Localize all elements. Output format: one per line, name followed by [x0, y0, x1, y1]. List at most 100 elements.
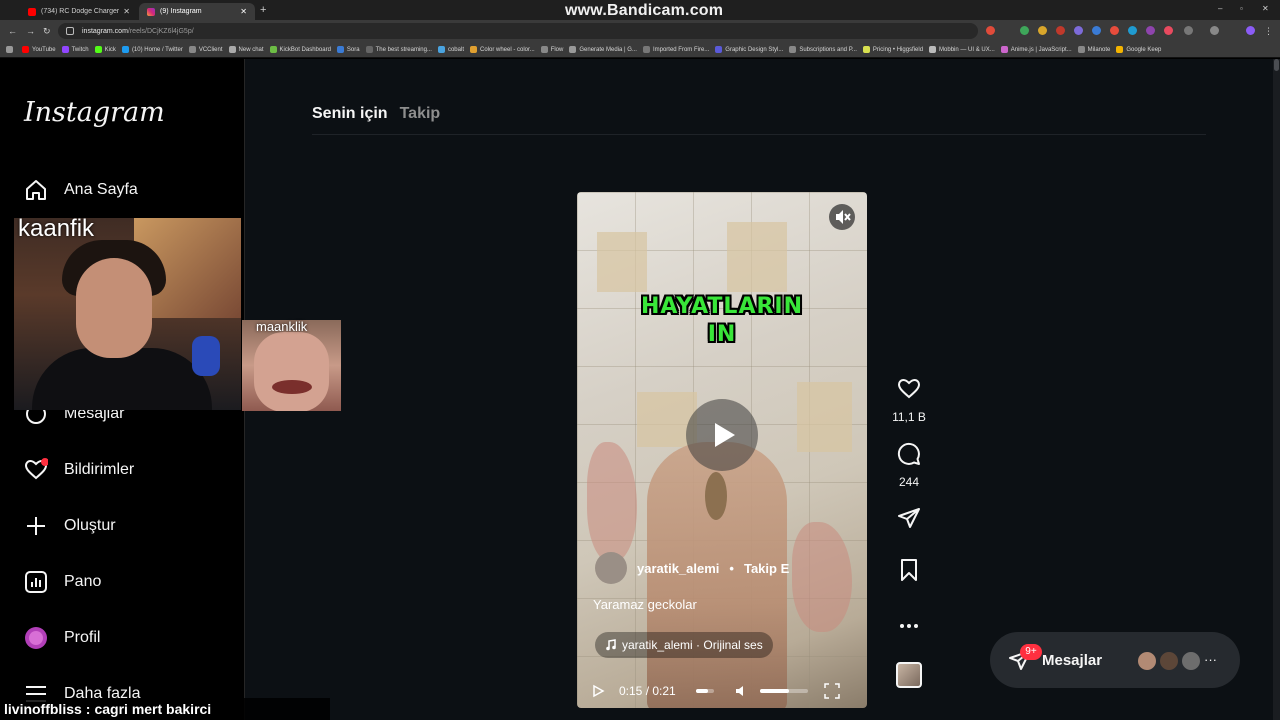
progress-bar[interactable] [695, 689, 714, 693]
extension-icon[interactable] [1074, 26, 1083, 35]
bookmark-item[interactable]: Flow [540, 46, 563, 53]
bookmark-item[interactable]: VCClient [188, 46, 223, 53]
like-action[interactable]: 11,1 B [882, 377, 936, 424]
apps-grid-icon[interactable] [6, 46, 16, 53]
bookmark-favicon-icon [1116, 46, 1124, 53]
comment-action[interactable]: 244 [882, 442, 936, 489]
screen: (734) RC Dodge Charger vs Re ✕ (9) Insta… [0, 0, 1280, 720]
reel-overlay-caption: HAYATLARIN [640, 294, 804, 319]
extension-icon[interactable] [1092, 26, 1101, 35]
bookmark-label: (10) Home / Twitter [131, 46, 183, 53]
reload-icon[interactable]: ↻ [43, 26, 51, 37]
tab-for-you[interactable]: Senin için [312, 105, 388, 123]
follow-button[interactable]: Takip E [744, 561, 789, 576]
bookmark-item[interactable]: YouTube [22, 46, 56, 53]
bookmark-item[interactable]: Subscriptions and P... [789, 46, 857, 53]
browser-menu-icon[interactable]: ⋮ [1264, 26, 1273, 37]
reel-video[interactable]: HAYATLARIN IN yaratik_alemi • Takip E Ya… [577, 192, 867, 708]
extension-icon[interactable] [1020, 26, 1029, 35]
browser-tab-youtube[interactable]: (734) RC Dodge Charger vs Re ✕ [20, 3, 138, 20]
bookmark-item[interactable]: Graphic Design Styl... [715, 46, 783, 53]
volume-slider[interactable] [759, 689, 808, 693]
webcam-person [76, 258, 152, 358]
bookmark-item[interactable]: Mobbin — UI & UX... [929, 46, 995, 53]
sidebar-item-label: Pano [64, 573, 102, 590]
forward-icon[interactable]: → [26, 26, 35, 36]
bookmark-favicon-icon [121, 46, 129, 53]
maximize-button[interactable]: ▫ [1240, 4, 1243, 13]
scrollbar[interactable] [1273, 59, 1280, 720]
minimize-button[interactable]: – [1218, 4, 1222, 13]
recorder-watermark: www.Bandicam.com [565, 2, 724, 19]
sidebar-item-dashboard[interactable]: Pano [24, 567, 101, 597]
bookmark-favicon-icon [789, 46, 797, 53]
bookmark-item[interactable]: Milanote [1077, 46, 1110, 53]
extension-icon[interactable] [1128, 26, 1137, 35]
time-display: 0:15 / 0:21 [619, 684, 676, 698]
play-small-icon[interactable] [591, 684, 605, 698]
plus-icon [24, 514, 48, 538]
bookmark-item[interactable]: (10) Home / Twitter [121, 46, 183, 53]
sidebar-item-profile[interactable]: Profil [24, 623, 100, 653]
sidebar-item-create[interactable]: Oluştur [24, 511, 116, 541]
profile-avatar-icon[interactable] [1246, 26, 1255, 35]
save-action[interactable] [882, 558, 936, 587]
audio-label: yaratik_alemi · Orijinal ses [622, 638, 763, 652]
author-username[interactable]: yaratik_alemi [637, 561, 719, 576]
audio-link[interactable]: yaratik_alemi · Orijinal ses [595, 632, 773, 658]
bookmark-item[interactable]: Pricing • Higgsfield [862, 46, 923, 53]
share-icon [898, 508, 920, 528]
reel-description[interactable]: Yaramaz geckolar [593, 597, 697, 612]
new-tab-button[interactable]: + [260, 4, 266, 16]
browser-tab-instagram[interactable]: (9) Instagram ✕ [139, 3, 255, 20]
speaker-muted-icon [836, 210, 851, 224]
back-icon[interactable]: ← [8, 26, 17, 36]
extension-icon[interactable] [1164, 26, 1173, 35]
sidebar-item-home[interactable]: Ana Sayfa [24, 175, 138, 205]
extension-icon[interactable] [1110, 26, 1119, 35]
tab-following[interactable]: Takip [400, 105, 441, 123]
bookmark-item[interactable]: KickBot Dashboard [269, 46, 331, 53]
audio-thumbnail[interactable] [896, 662, 922, 688]
bookmark-label: Mobbin — UI & UX... [939, 46, 995, 53]
scrollbar-thumb[interactable] [1274, 59, 1279, 71]
bookmark-item[interactable]: Generate Media | G... [569, 46, 637, 53]
fullscreen-icon[interactable] [823, 683, 840, 699]
volume-icon[interactable] [734, 684, 748, 698]
avatar [1136, 650, 1158, 672]
bookmark-item[interactable]: Color wheel - color... [469, 46, 535, 53]
bookmark-item[interactable]: Twitch [61, 46, 89, 53]
extension-icon[interactable] [1038, 26, 1047, 35]
more-horizontal-icon [900, 624, 918, 628]
extension-icon[interactable] [986, 26, 995, 35]
play-button[interactable] [686, 399, 758, 471]
video-detail [597, 232, 647, 292]
bookmark-icon [901, 559, 917, 581]
instagram-logo[interactable]: Instagram [24, 97, 165, 128]
avatar[interactable] [595, 552, 627, 584]
site-info-icon[interactable] [66, 27, 74, 35]
bookmark-item[interactable]: Anime.js | JavaScript... [1000, 46, 1072, 53]
bookmark-item[interactable]: Kick [94, 46, 116, 53]
close-tab-icon[interactable]: ✕ [240, 7, 247, 16]
bookmark-item[interactable]: cobalt [437, 46, 464, 53]
bookmark-label: YouTube [32, 46, 56, 53]
sidebar-item-notifications[interactable]: Bildirimler [24, 455, 134, 485]
reel-overlay-caption: IN [707, 322, 737, 347]
extension-icon[interactable] [1146, 26, 1155, 35]
close-tab-icon[interactable]: ✕ [123, 7, 130, 16]
extensions-puzzle-icon[interactable] [1184, 26, 1193, 35]
close-window-button[interactable]: ✕ [1262, 4, 1269, 13]
mute-button[interactable] [829, 204, 855, 230]
messages-pill[interactable]: Mesajlar [990, 632, 1240, 688]
extension-icon[interactable] [1056, 26, 1065, 35]
bookmark-item[interactable]: Sora [336, 46, 360, 53]
share-action[interactable] [882, 506, 936, 535]
more-options-action[interactable] [882, 617, 936, 635]
bookmark-item[interactable]: New chat [228, 46, 264, 53]
bookmark-item[interactable]: Imported From Fire... [642, 46, 709, 53]
bookmark-item[interactable]: The best streaming... [365, 46, 432, 53]
bookmark-item[interactable]: Google Keep [1116, 46, 1161, 53]
address-bar[interactable]: instagram.com/reels/DCjKZ6l4jG5p/ [58, 23, 978, 39]
download-icon[interactable] [1210, 26, 1219, 35]
